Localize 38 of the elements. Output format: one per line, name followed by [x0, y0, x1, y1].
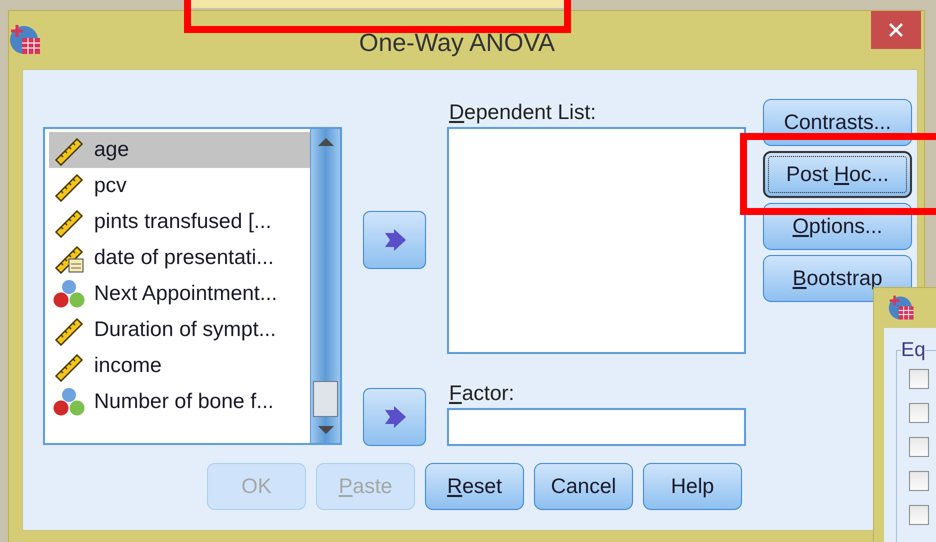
variable-item[interactable]: pints transfused [... — [49, 204, 310, 240]
three-balls-icon — [53, 386, 85, 418]
variable-item[interactable]: income — [49, 348, 310, 384]
arrow-right-icon — [382, 406, 406, 428]
dialog-button[interactable]: Bootstrap — [763, 255, 912, 302]
variable-item[interactable]: Next Appointment... — [49, 276, 310, 312]
three-balls-icon — [53, 278, 85, 310]
app-icon — [9, 23, 43, 57]
window-title: One-Way ANOVA — [359, 28, 555, 59]
variable-item[interactable]: age — [49, 132, 310, 168]
checkbox[interactable] — [909, 437, 929, 457]
dialog-button[interactable]: Reset — [425, 463, 524, 510]
variable-list[interactable]: age pcv pints transfused [... date of presentati... Next Appointment... Duration of sympt... income Number of bone f... — [43, 127, 342, 445]
move-right-button[interactable] — [363, 211, 426, 269]
variable-item[interactable]: Number of bone f... — [49, 384, 310, 420]
dialog-button[interactable]: Cancel — [534, 463, 633, 510]
app-icon — [888, 294, 916, 322]
close-button[interactable] — [871, 11, 921, 49]
checkbox[interactable] — [909, 403, 929, 423]
move-right-button[interactable] — [363, 388, 426, 446]
scrollbar[interactable] — [310, 129, 340, 443]
dialog-button[interactable]: Help — [643, 463, 742, 510]
variable-item[interactable]: date of presentati... — [49, 240, 310, 276]
close-icon — [888, 22, 904, 38]
scroll-up-icon[interactable] — [316, 137, 334, 147]
scroll-down-icon[interactable] — [316, 425, 334, 435]
field-label: Dependent List: — [449, 100, 598, 126]
variable-item[interactable]: pcv — [49, 168, 310, 204]
checkbox[interactable] — [909, 471, 929, 491]
field-label: Factor: — [449, 381, 516, 407]
dialog-button[interactable]: Post Hoc... — [763, 151, 912, 198]
variable-item[interactable]: Duration of sympt... — [49, 312, 310, 348]
checkbox[interactable] — [909, 369, 929, 389]
dependent-list-box[interactable] — [447, 127, 746, 354]
checkbox[interactable] — [909, 505, 929, 525]
scroll-thumb[interactable] — [313, 381, 338, 417]
factor-field[interactable] — [447, 408, 746, 446]
arrow-right-icon — [382, 229, 406, 251]
